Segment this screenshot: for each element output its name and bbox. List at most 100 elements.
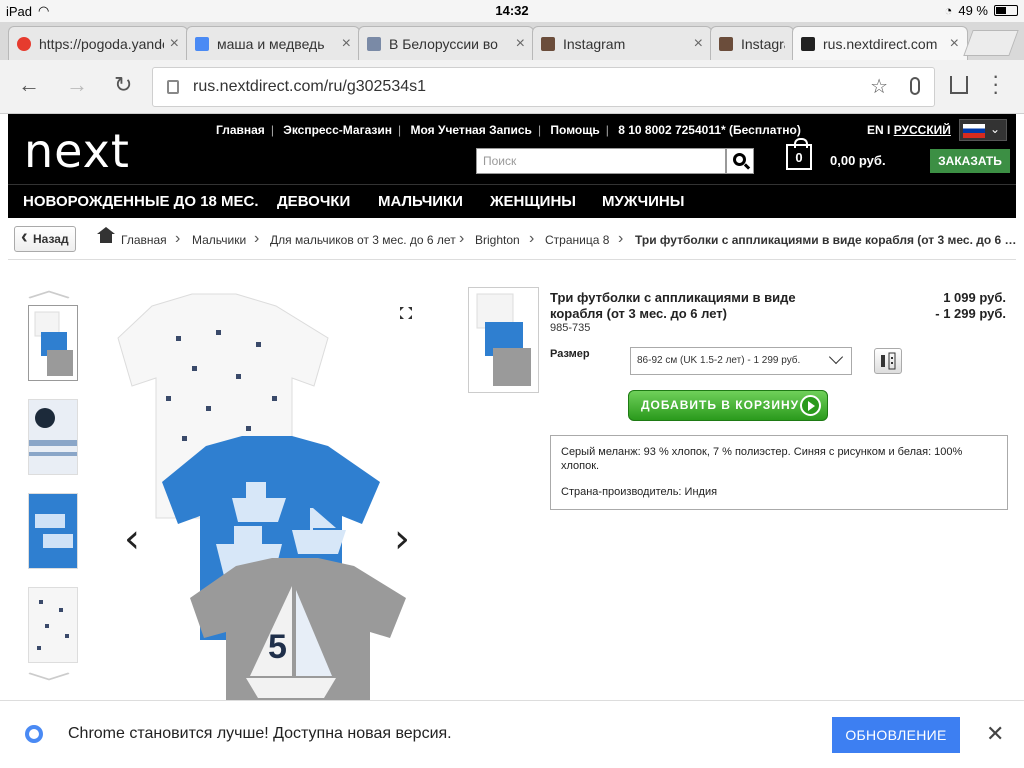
thumb-down-arrow-icon[interactable]: ﹀ xyxy=(27,666,71,698)
lock-rotation-icon: ◔ xyxy=(944,3,953,18)
chevron-down-icon: ⌄ xyxy=(990,122,1001,136)
nav-boys[interactable]: МАЛЬЧИКИ xyxy=(378,193,463,210)
shopping-bag-icon[interactable]: 0 xyxy=(786,138,812,170)
back-arrow-icon[interactable]: ← xyxy=(18,72,40,98)
thumbnail-4[interactable] xyxy=(28,587,78,663)
chrome-logo-icon xyxy=(25,725,43,743)
ios-status-bar: iPad ◠ 14:32 ◔ 49 % xyxy=(0,0,1024,22)
nav-newborn[interactable]: НОВОРОЖДЕННЫЕ ДО 18 МЕС. xyxy=(23,193,259,210)
toplink-help[interactable]: Помощь xyxy=(550,123,599,137)
forward-arrow-icon[interactable]: → xyxy=(66,72,88,98)
tab-instagram-2[interactable]: Instagram xyxy=(710,26,794,60)
play-arrow-icon xyxy=(800,395,821,416)
search-button[interactable] xyxy=(726,148,754,174)
language-switch[interactable]: EN I РУССКИЙ xyxy=(867,123,951,137)
chevron-down-icon xyxy=(828,349,844,365)
tab-favicon-icon xyxy=(541,36,555,51)
thumb-up-arrow-icon[interactable]: ︿ xyxy=(27,272,71,304)
tab-title: Instagram xyxy=(563,35,626,52)
overflow-menu-icon[interactable]: · · · xyxy=(992,65,999,103)
tab-title: маша и медведь xyxy=(217,35,325,52)
tab-favicon-icon xyxy=(17,36,31,51)
product-price: 1 099 руб. - 1 299 руб. xyxy=(935,290,1006,322)
thumbnail-3[interactable] xyxy=(28,493,78,569)
reload-icon[interactable]: ↻ xyxy=(114,72,132,98)
clock: 14:32 xyxy=(495,3,529,18)
lang-en[interactable]: EN I xyxy=(867,123,890,137)
nav-men[interactable]: МУЖЧИНЫ xyxy=(602,193,684,210)
lang-ru[interactable]: РУССКИЙ xyxy=(894,123,951,137)
size-select[interactable]: 86-92 см (UK 1.5-2 лет) - 1 299 руб. xyxy=(630,347,852,375)
tab-strip: https://pogoda.yandex × маша и медведь × В… xyxy=(0,22,1024,60)
battery-icon xyxy=(994,5,1018,16)
nav-women[interactable]: ЖЕНЩИНЫ xyxy=(490,193,576,210)
chevron-right-icon: › xyxy=(459,230,465,247)
page-info-icon[interactable] xyxy=(167,80,179,94)
tab-favicon-icon xyxy=(801,36,815,51)
battery-percent: 49 % xyxy=(958,3,988,18)
tab-masha[interactable]: маша и медведь × xyxy=(186,26,360,60)
close-tab-icon[interactable]: × xyxy=(516,35,525,53)
tab-pogoda[interactable]: https://pogoda.yandex × xyxy=(8,26,188,60)
crumb-boys[interactable]: Мальчики xyxy=(192,233,246,247)
chevron-right-icon: › xyxy=(529,230,535,247)
tab-favicon-icon xyxy=(719,36,733,51)
toplink-account[interactable]: Моя Учетная Запись xyxy=(410,123,531,137)
update-infobar: Chrome становится лучше! Доступна новая … xyxy=(0,700,1024,768)
size-label: Размер xyxy=(550,348,590,360)
url-bar[interactable]: rus.nextdirect.com/ru/g302534s1 ☆ xyxy=(152,67,935,107)
category-nav: НОВОРОЖДЕННЫЕ ДО 18 МЕС. ДЕВОЧКИ МАЛЬЧИК… xyxy=(8,184,1016,218)
product-image[interactable]: 5 xyxy=(96,286,432,700)
size-value: 86-92 см (UK 1.5-2 лет) - 1 299 руб. xyxy=(637,355,801,366)
tab-instagram-1[interactable]: Instagram × xyxy=(532,26,712,60)
tab-title: https://pogoda.yandex xyxy=(39,35,164,52)
product-thumbnail xyxy=(468,287,539,393)
share-icon[interactable] xyxy=(950,76,968,94)
toplink-home[interactable]: Главная xyxy=(216,123,265,137)
crumb-age[interactable]: Для мальчиков от 3 мес. до 6 лет xyxy=(270,233,456,247)
crumb-page[interactable]: Страница 8 xyxy=(545,233,609,247)
back-button[interactable]: Назад xyxy=(14,225,76,252)
checkout-button[interactable]: ЗАКАЗАТЬ xyxy=(930,149,1010,173)
composition-text: Серый меланж: 93 % хлопок, 7 % полиэстер… xyxy=(561,446,963,472)
next-image-arrow-icon[interactable]: › xyxy=(394,516,410,562)
thumbnail-1[interactable] xyxy=(28,305,78,381)
bookmark-star-icon[interactable]: ☆ xyxy=(870,68,888,106)
site-header: next Главная | Экспресс-Магазин | Моя Учет… xyxy=(8,114,1016,184)
update-message: Chrome становится лучше! Доступна новая … xyxy=(68,725,452,742)
country-text: Страна-производитель: Индия xyxy=(561,486,718,498)
product-code: 985-735 xyxy=(550,322,591,334)
browser-toolbar: ← → ↻ rus.nextdirect.com/ru/g302534s1 ☆ … xyxy=(0,60,1024,114)
toplink-express[interactable]: Экспресс-Магазин xyxy=(283,123,392,137)
prev-image-arrow-icon[interactable]: ‹ xyxy=(124,516,140,562)
crumb-current: Три футболки с аппликациями в виде кораб… xyxy=(635,233,1016,247)
size-guide-icon[interactable] xyxy=(874,348,902,374)
tab-title: Instagram xyxy=(741,35,785,52)
next-logo[interactable]: next xyxy=(24,124,130,178)
home-icon[interactable] xyxy=(97,227,115,243)
chevron-right-icon: › xyxy=(618,230,624,247)
update-button[interactable]: ОБНОВЛЕНИЕ xyxy=(832,717,960,753)
close-tab-icon[interactable]: × xyxy=(170,35,179,53)
crumb-home[interactable]: Главная xyxy=(121,233,167,247)
crumb-brighton[interactable]: Brighton xyxy=(475,233,520,247)
nav-girls[interactable]: ДЕВОЧКИ xyxy=(277,193,350,210)
country-selector[interactable]: ⌄ xyxy=(959,119,1007,141)
tab-favicon-icon xyxy=(367,36,381,51)
close-tab-icon[interactable]: × xyxy=(950,35,959,53)
close-icon[interactable]: ✕ xyxy=(986,721,1004,747)
tab-nextdirect[interactable]: rus.nextdirect.com × xyxy=(792,26,968,60)
tab-belarus[interactable]: В Белоруссии во × xyxy=(358,26,534,60)
microphone-icon[interactable] xyxy=(910,77,920,95)
new-tab-button[interactable] xyxy=(963,30,1019,56)
top-links: Главная | Экспресс-Магазин | Моя Учетная З… xyxy=(216,123,801,137)
toplink-phone[interactable]: 8 10 8002 7254011* (Бесплатно) xyxy=(618,123,801,137)
add-to-cart-button[interactable]: ДОБАВИТЬ В КОРЗИНУ xyxy=(628,390,828,421)
russia-flag-icon xyxy=(963,124,985,138)
fullscreen-icon[interactable] xyxy=(400,307,412,319)
search-input[interactable]: Поиск xyxy=(476,148,726,174)
close-tab-icon[interactable]: × xyxy=(342,35,351,53)
close-tab-icon[interactable]: × xyxy=(694,35,703,53)
thumbnail-2[interactable] xyxy=(28,399,78,475)
price-from: 1 099 руб. xyxy=(943,290,1006,305)
